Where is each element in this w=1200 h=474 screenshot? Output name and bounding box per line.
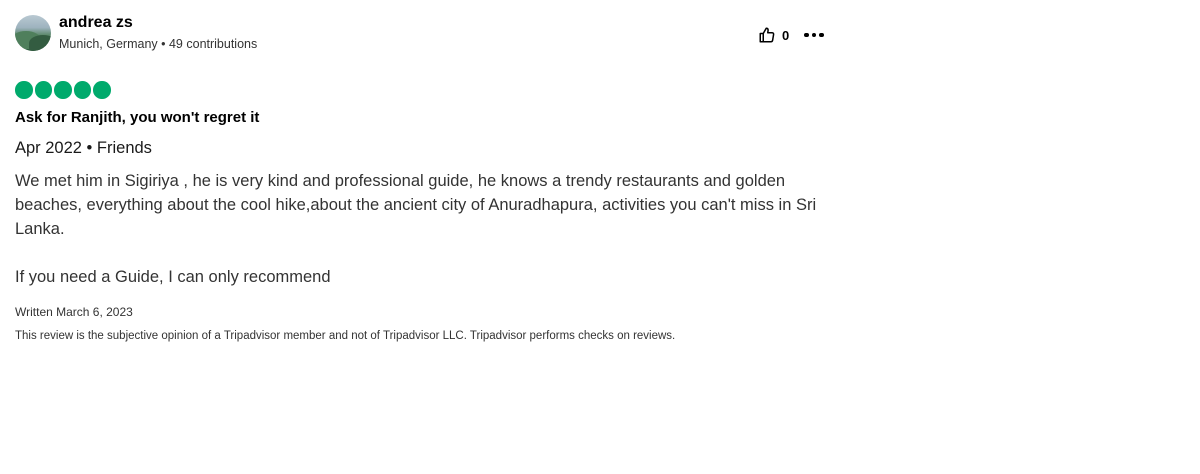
helpful-vote-button[interactable]: 0 bbox=[758, 26, 789, 44]
rating-bubble bbox=[15, 81, 33, 99]
rating-bubble bbox=[93, 81, 111, 99]
review-paragraph: We met him in Sigiriya , he is very kind… bbox=[15, 172, 817, 238]
ellipsis-icon-dot bbox=[811, 32, 817, 38]
ellipsis-icon-dot bbox=[804, 32, 809, 38]
thumbs-up-icon bbox=[759, 27, 775, 43]
bubble-rating bbox=[15, 81, 111, 99]
review-header: andrea zs Munich, Germany • 49 contribut… bbox=[15, 12, 845, 54]
avatar-landscape-hill bbox=[29, 35, 51, 51]
reviewer-contributions: 49 contributions bbox=[168, 37, 258, 51]
ellipsis-icon-dot bbox=[819, 32, 824, 38]
review-title[interactable]: Ask for Ranjith, you won't regret it bbox=[15, 109, 259, 126]
review-card: andrea zs Munich, Germany • 49 contribut… bbox=[15, 12, 845, 342]
helpful-vote-count: 0 bbox=[782, 27, 790, 43]
reviewer-meta: Munich, Germany • 49 contributions bbox=[59, 37, 257, 51]
more-options-button[interactable] bbox=[804, 26, 824, 44]
rating-bubble bbox=[54, 81, 72, 99]
review-body: We met him in Sigiriya , he is very kind… bbox=[15, 169, 845, 289]
review-disclaimer: This review is the subjective opinion of… bbox=[15, 330, 676, 342]
review-paragraph: If you need a Guide, I can only recommen… bbox=[15, 268, 331, 286]
trip-info: Apr 2022 • Friends bbox=[15, 139, 152, 157]
avatar[interactable] bbox=[15, 15, 51, 51]
rating-bubble bbox=[73, 81, 91, 99]
rating-bubble bbox=[34, 81, 52, 99]
reviewer-location: Munich, Germany bbox=[59, 37, 158, 51]
reviewer-name[interactable]: andrea zs bbox=[59, 14, 133, 32]
meta-separator: • bbox=[157, 37, 169, 51]
review-actions: 0 bbox=[758, 26, 824, 44]
written-date: Written March 6, 2023 bbox=[15, 305, 133, 319]
